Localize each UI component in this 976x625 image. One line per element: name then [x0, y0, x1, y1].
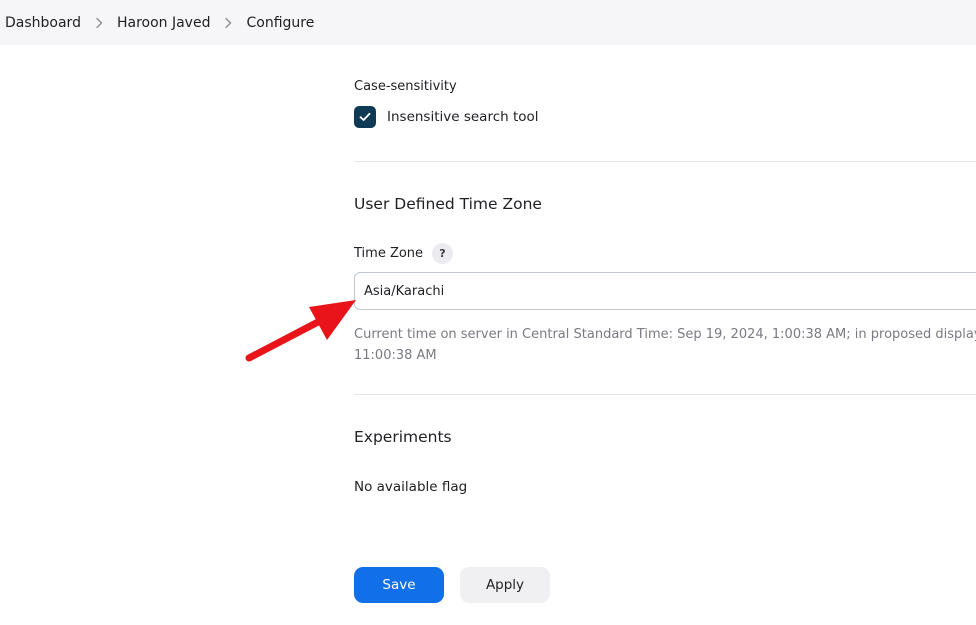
case-sensitivity-label: Case-sensitivity	[354, 79, 457, 94]
breadcrumb: Dashboard Haroon Javed Configure	[0, 0, 976, 45]
time-zone-hint-line2: 11:00:38 AM	[354, 348, 437, 363]
chevron-right-icon	[81, 16, 117, 30]
experiments-section-title: Experiments	[354, 428, 452, 446]
apply-button[interactable]: Apply	[460, 567, 550, 603]
breadcrumb-item-user[interactable]: Haroon Javed	[117, 15, 211, 31]
configure-page: Dashboard Haroon Javed Configure Case-se…	[0, 0, 976, 625]
red-arrow-icon	[245, 300, 356, 362]
help-icon[interactable]: ?	[432, 243, 453, 264]
breadcrumb-item-dashboard[interactable]: Dashboard	[5, 15, 81, 31]
insensitive-search-checkbox[interactable]	[354, 106, 376, 128]
insensitive-search-label[interactable]: Insensitive search tool	[387, 109, 539, 125]
breadcrumb-item-configure[interactable]: Configure	[246, 15, 314, 31]
save-button[interactable]: Save	[354, 567, 444, 603]
time-zone-label: Time Zone	[354, 246, 424, 261]
time-zone-hint-line1: Current time on server in Central Standa…	[354, 327, 976, 342]
time-zone-input[interactable]	[354, 272, 976, 310]
chevron-right-icon	[210, 16, 246, 30]
no-flag-text: No available flag	[354, 479, 468, 495]
section-divider	[354, 161, 976, 162]
checkmark-icon	[359, 112, 371, 121]
time-zone-hint: Current time on server in Central Standa…	[354, 324, 976, 366]
time-zone-section-title: User Defined Time Zone	[354, 195, 542, 213]
section-divider	[354, 394, 976, 395]
